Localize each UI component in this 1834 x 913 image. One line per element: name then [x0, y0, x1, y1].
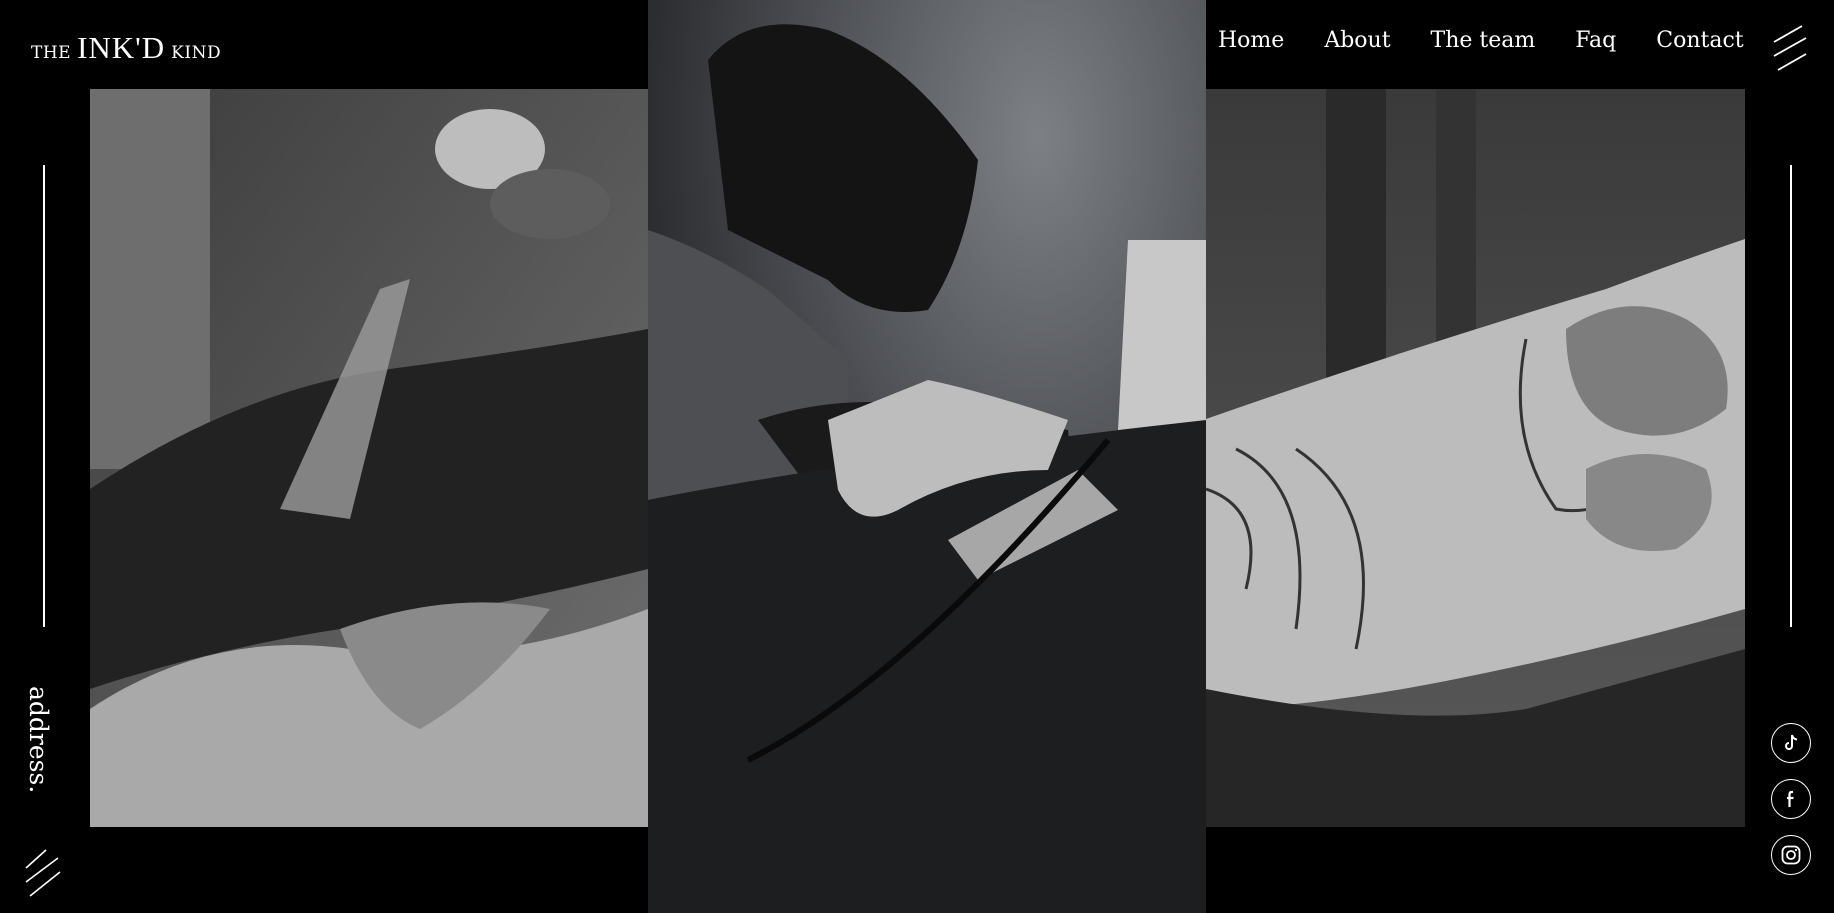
logo-suffix: KIND — [171, 43, 222, 63]
nav-faq[interactable]: Faq — [1575, 28, 1616, 53]
site-logo[interactable]: THE INK'D KIND — [31, 30, 221, 66]
photo-right — [1206, 89, 1745, 827]
photo-center — [648, 0, 1206, 913]
social-links — [1771, 723, 1811, 875]
photo-left — [90, 89, 648, 827]
address-link[interactable]: address. — [24, 686, 53, 793]
nav-about[interactable]: About — [1324, 28, 1390, 53]
decorative-slashes-icon — [24, 846, 64, 900]
menu-icon[interactable] — [1770, 24, 1810, 74]
instagram-icon[interactable] — [1771, 835, 1811, 875]
nav-the-team[interactable]: The team — [1431, 28, 1536, 53]
nav-home[interactable]: Home — [1218, 28, 1284, 53]
logo-prefix: THE — [31, 43, 72, 63]
right-divider-line — [1790, 165, 1792, 627]
left-divider-line — [43, 165, 45, 627]
tiktok-icon[interactable] — [1771, 723, 1811, 763]
main-nav: Home About The team Faq Contact — [1218, 28, 1744, 53]
nav-contact[interactable]: Contact — [1656, 28, 1743, 53]
logo-brand: INK'D — [77, 30, 166, 65]
facebook-icon[interactable] — [1771, 779, 1811, 819]
